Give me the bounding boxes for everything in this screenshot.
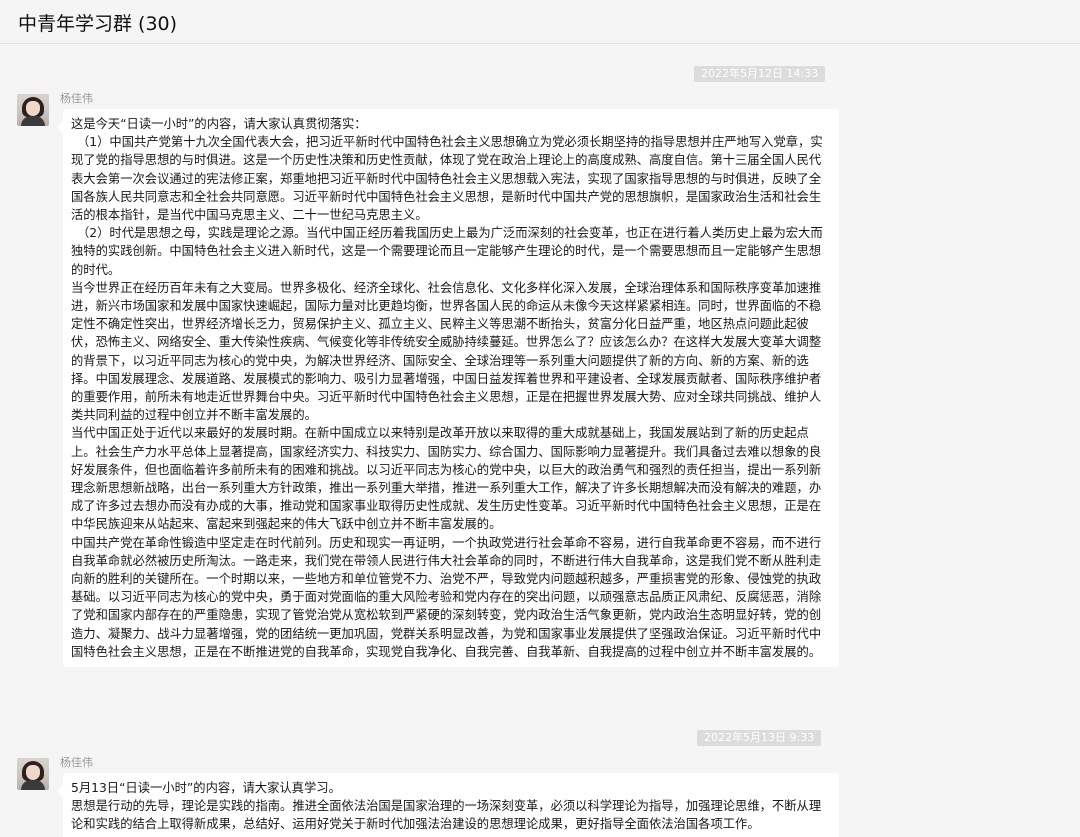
message-paragraph: 这是今天“日读一小时”的内容，请大家认真贯彻落实： <box>71 117 367 131</box>
chat-title: 中青年学习群 (30) <box>18 13 178 35</box>
message-timestamp: 2022年5月12日 14:33 <box>694 66 826 82</box>
message-paragraph: （1）中国共产党第十九次全国代表大会，把习近平新时代中国特色社会主义思想确立为党… <box>71 135 823 223</box>
message-paragraph: 当今世界正在经历百年未有之大变局。世界多极化、经济全球化、社会信息化、文化多样化… <box>71 280 822 423</box>
sender-avatar[interactable] <box>17 94 49 126</box>
message-paragraph: 5月13日“日读一小时”的内容，请大家认真学习。 <box>71 781 341 795</box>
chat-area[interactable]: 2022年5月12日 14:33 杨佳伟 这是今天“日读一小时”的内容，请大家认… <box>0 45 1080 837</box>
sender-name: 杨佳伟 <box>60 92 93 105</box>
message-bubble[interactable]: 5月13日“日读一小时”的内容，请大家认真学习。 思想是行动的先导，理论是实践的… <box>57 773 839 837</box>
message-bubble[interactable]: 这是今天“日读一小时”的内容，请大家认真贯彻落实： （1）中国共产党第十九次全国… <box>57 109 839 668</box>
chat-title-bar: 中青年学习群 (30) <box>0 0 1080 44</box>
message-paragraph: 中国共产党在革命性锻造中坚定走在时代前列。历史和现实一再证明，一个执政党进行社会… <box>71 535 822 659</box>
message-paragraph: （2）时代是思想之母，实践是理论之源。当代中国正经历着我国历史上最为广泛而深刻的… <box>71 226 823 277</box>
message-paragraph: 思想是行动的先导，理论是实践的指南。推进全面依法治国是国家治理的一场深刻变革，必… <box>71 799 822 832</box>
sender-avatar[interactable] <box>17 758 49 790</box>
message-timestamp: 2022年5月13日 9:33 <box>697 730 822 746</box>
sender-name: 杨佳伟 <box>60 756 93 769</box>
message-paragraph: 当代中国正处于近代以来最好的发展时期。在新中国成立以来特别是改革开放以来取得的重… <box>71 426 822 532</box>
